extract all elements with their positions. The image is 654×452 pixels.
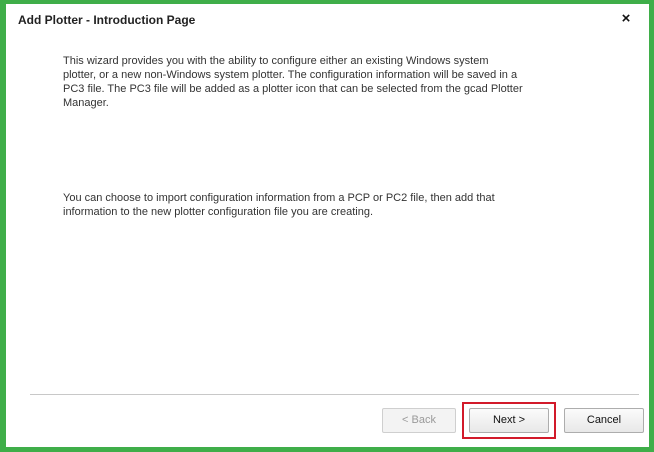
next-button[interactable]: Next > xyxy=(469,408,549,433)
dialog-content: This wizard provides you with the abilit… xyxy=(6,34,649,384)
intro-paragraph: This wizard provides you with the abilit… xyxy=(63,55,523,109)
button-separator xyxy=(30,394,639,396)
back-button[interactable]: < Back xyxy=(382,408,456,433)
import-paragraph: You can choose to import configuration i… xyxy=(63,192,495,218)
title-bar: Add Plotter - Introduction Page × xyxy=(6,4,649,34)
close-icon[interactable]: × xyxy=(617,10,635,28)
dialog-title: Add Plotter - Introduction Page xyxy=(18,13,196,27)
cancel-button[interactable]: Cancel xyxy=(564,408,644,433)
add-plotter-dialog: Add Plotter - Introduction Page × This w… xyxy=(0,0,654,452)
